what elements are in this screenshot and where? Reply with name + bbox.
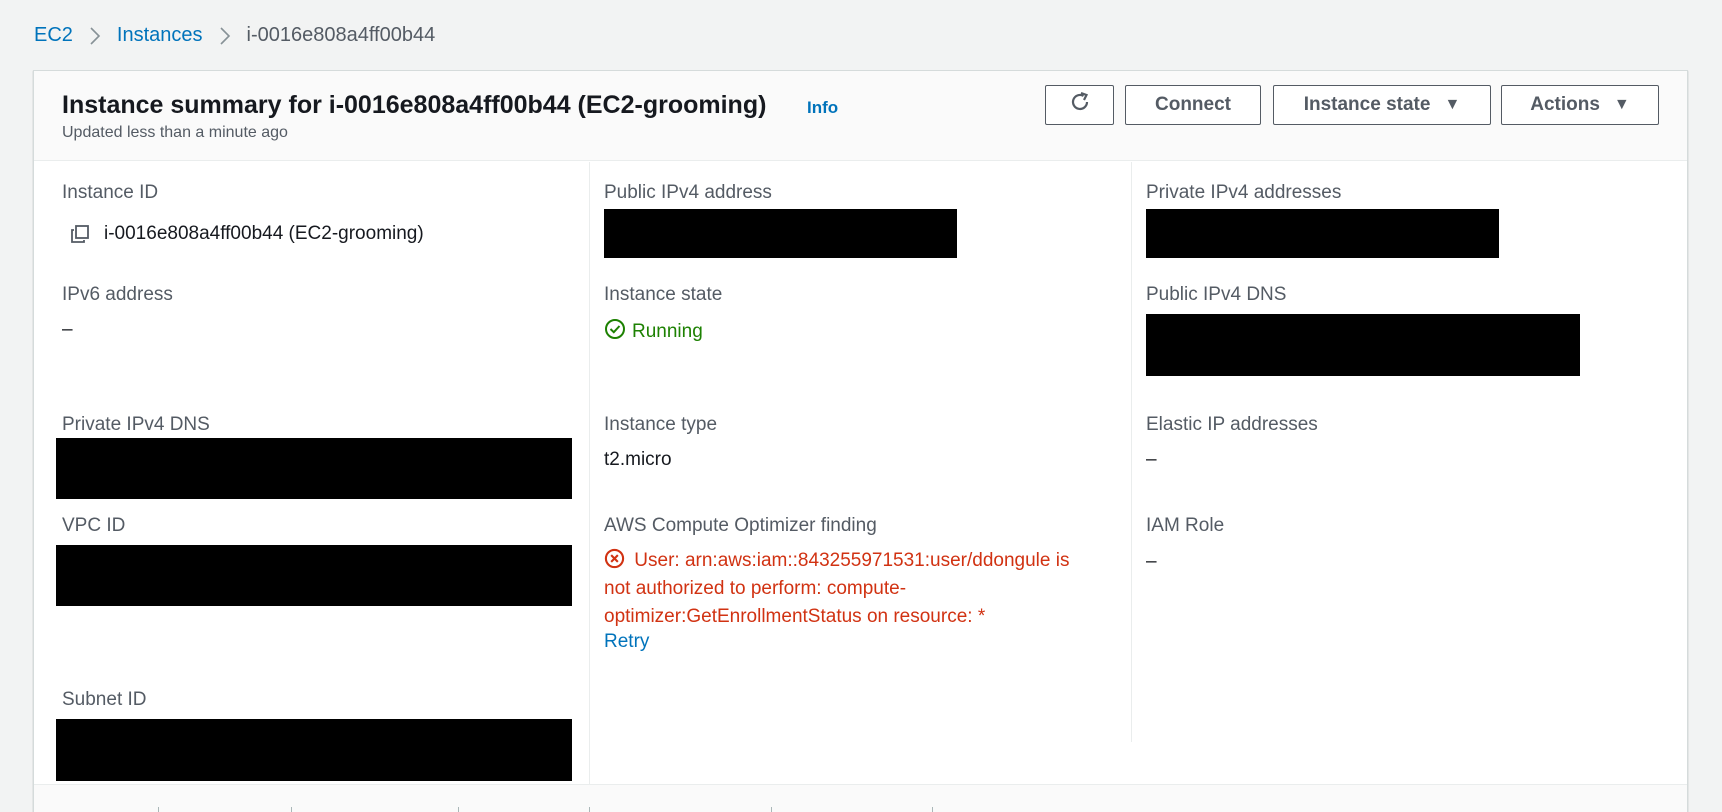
subnet-id-label: Subnet ID [62, 689, 147, 710]
redacted-private-dns [56, 438, 572, 499]
check-circle-icon [604, 318, 632, 346]
instance-state-value: Running [632, 321, 703, 342]
optimizer-error-text: User: arn:aws:iam::843255971531:user/ddo… [604, 550, 1070, 627]
tab-divider [771, 807, 772, 812]
private-ipv4-label: Private IPv4 addresses [1146, 182, 1342, 203]
iam-role-value: – [1146, 551, 1157, 572]
optimizer-label: AWS Compute Optimizer finding [604, 515, 877, 536]
tab-divider [291, 807, 292, 812]
redacted-public-ipv4 [604, 209, 957, 258]
status-badge: Running [604, 318, 703, 346]
chevron-right-icon [219, 26, 231, 46]
info-link[interactable]: Info [807, 98, 838, 118]
public-dns-label: Public IPv4 DNS [1146, 284, 1287, 305]
optimizer-error: User: arn:aws:iam::843255971531:user/ddo… [604, 547, 1094, 631]
caret-down-icon: ▼ [1613, 96, 1630, 113]
instance-type-label: Instance type [604, 414, 718, 435]
refresh-icon [1068, 90, 1092, 120]
iam-role-label: IAM Role [1146, 515, 1225, 536]
instance-state-label: Instance state [1303, 94, 1431, 115]
redacted-private-ipv4 [1146, 209, 1499, 258]
column-divider [1131, 162, 1132, 742]
column-divider [589, 162, 590, 812]
private-dns-label: Private IPv4 DNS [62, 414, 210, 435]
redacted-vpc-id [56, 545, 572, 606]
instance-type-value: t2.micro [604, 449, 672, 470]
breadcrumb-current: i-0016e808a4ff00b44 [246, 24, 436, 46]
tab-divider [158, 807, 159, 812]
tab-divider [932, 807, 933, 812]
instance-state-dropdown[interactable]: Instance state ▼ [1273, 85, 1491, 125]
panel-header: Instance summary for i-0016e808a4ff00b44… [34, 71, 1687, 161]
actions-dropdown[interactable]: Actions ▼ [1501, 85, 1659, 125]
last-updated: Updated less than a minute ago [62, 124, 288, 141]
connect-button[interactable]: Connect [1125, 85, 1261, 125]
redacted-public-dns [1146, 314, 1580, 376]
ipv6-label: IPv6 address [62, 284, 173, 305]
page-title: Instance summary for i-0016e808a4ff00b44… [62, 91, 767, 119]
elastic-ip-value: – [1146, 449, 1157, 470]
vpc-id-label: VPC ID [62, 515, 126, 536]
breadcrumb-ec2[interactable]: EC2 [34, 24, 73, 47]
copy-icon[interactable] [70, 224, 90, 249]
tab-divider [589, 807, 590, 812]
instance-id-label: Instance ID [62, 182, 159, 203]
error-circle-icon [604, 548, 634, 571]
caret-down-icon: ▼ [1444, 96, 1461, 113]
breadcrumb: EC2 Instances i-0016e808a4ff00b44 [34, 24, 435, 47]
ipv6-value: – [62, 319, 73, 340]
public-ipv4-label: Public IPv4 address [604, 182, 772, 203]
elastic-ip-label: Elastic IP addresses [1146, 414, 1318, 435]
tab-divider [458, 807, 459, 812]
redacted-subnet-id [56, 719, 572, 781]
actions-label: Actions [1530, 94, 1600, 115]
retry-link[interactable]: Retry [604, 631, 649, 653]
connect-label: Connect [1155, 94, 1231, 115]
chevron-right-icon [89, 26, 101, 46]
details-tabs [34, 784, 1687, 812]
instance-id-value: i-0016e808a4ff00b44 (EC2-grooming) [104, 223, 424, 244]
instance-summary-panel: Instance summary for i-0016e808a4ff00b44… [33, 70, 1688, 812]
instance-state-field-label: Instance state [604, 284, 723, 305]
breadcrumb-instances[interactable]: Instances [117, 24, 203, 47]
refresh-button[interactable] [1045, 85, 1114, 125]
